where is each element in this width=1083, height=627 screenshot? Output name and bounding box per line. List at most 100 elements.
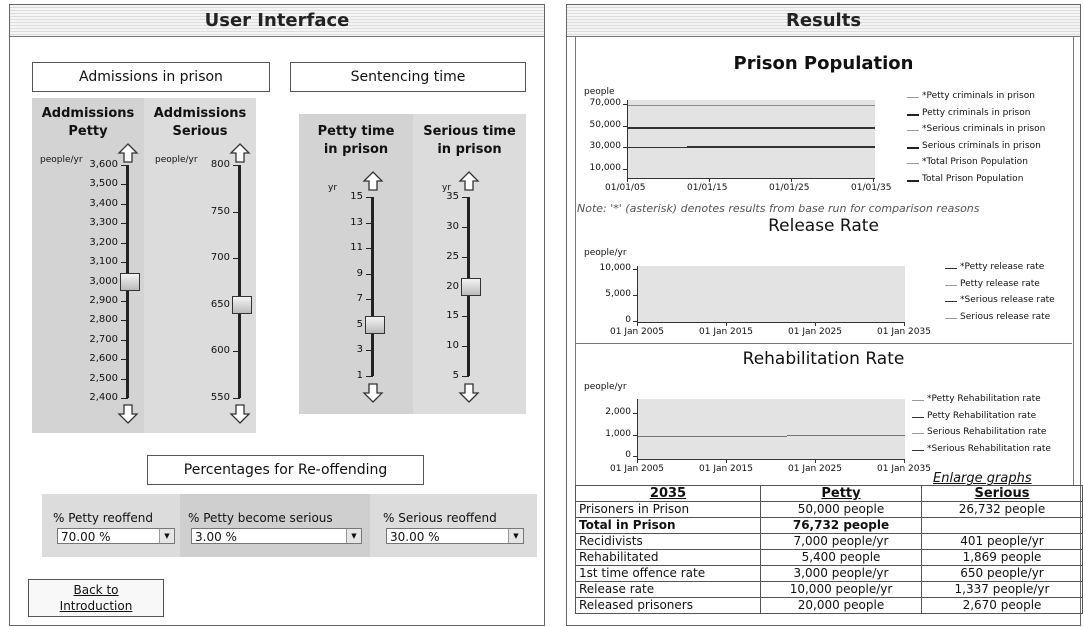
table-cell-petty: 3,000 people/yr [760,565,922,582]
table-header-row: 2035 Petty Serious [575,485,1083,502]
slider-thumb[interactable] [365,315,385,334]
slider-tick-label: 25 [446,250,459,262]
slider-tick [462,226,469,228]
results-panel: Results Prison Population people 70,000 5… [566,4,1083,626]
slider-thumb[interactable] [461,277,481,296]
petty-serious-select[interactable]: 3.00 % ▼ [191,528,362,544]
x-tick-label: 01/01/15 [687,183,728,193]
legend-item: *Serious criminals in prison [922,124,1046,134]
y-tick-label: 0 [625,450,631,460]
x-tick-label: 01 Jan 2025 [788,327,842,337]
x-tick-label: 01 Jan 2005 [610,327,664,337]
table-row: Released prisoners 20,000 people 2,670 peo… [575,597,1083,614]
legend-swatch [912,400,924,401]
sliders-layer: people/yr 3,600 3,500 3,400 3,300 3,200 3,100 3… [10,5,544,445]
back-to-introduction-button[interactable]: Back to Introduction [28,579,164,617]
arrow-up-icon[interactable] [229,142,251,164]
slider-tick [462,376,469,377]
results-panel-title: Results [567,5,1080,37]
axis-line [637,399,638,459]
axis-line [633,456,638,457]
reoffend-area-middle [180,494,370,557]
y-tick-label: 2,000 [605,407,631,417]
slider-tick-label: 650 [210,298,230,310]
slider-tick-label: 15 [350,191,363,202]
serious-reoffend-select[interactable]: 30.00 % ▼ [386,528,524,544]
slider-tick [366,248,373,250]
y-tick-label: 1,000 [605,428,631,439]
table-cell-label: Release rate [575,581,761,598]
slider-tick-label: 3 [356,344,363,356]
y-tick-label: 70,000 [589,98,622,108]
arrow-down-icon[interactable] [229,403,251,425]
legend-swatch [945,284,957,286]
back-button-label: Back to [73,583,119,597]
arrow-up-icon[interactable] [117,142,139,164]
rehab-graph-unit: people/yr [584,382,627,392]
slider-track[interactable] [371,197,374,376]
legend-swatch [907,97,919,98]
slider-tick-label: 1 [356,370,363,381]
slider-tick [121,300,128,302]
petty-serious-label: % Petty become serious [188,511,333,525]
chevron-down-icon[interactable]: ▼ [159,529,174,543]
table-cell-label: Rehabilitated [575,549,761,566]
legend-swatch [912,416,924,418]
axis-line [627,100,628,178]
slider-tick-label: 5 [452,370,459,381]
prison-graph-plot [627,100,875,178]
arrow-down-icon[interactable] [458,382,480,404]
serious-reoffend-value: 30.00 % [390,530,440,544]
slider-tick-label: 800 [210,159,230,170]
petty-reoffend-label: % Petty reoffend [53,511,154,525]
table-header-serious: Serious [921,485,1083,502]
table-cell-serious: 2,670 people [921,597,1083,614]
slider-tick-label: 15 [446,310,459,322]
arrow-up-icon[interactable] [458,170,480,192]
slider-tick-label: 2,900 [89,294,118,306]
x-tick-label: 01/01/25 [769,183,810,193]
arrow-down-icon[interactable] [362,382,384,404]
slider-tick-label: 3,400 [89,197,118,209]
slider-tick-label: 9 [356,267,363,279]
table-cell-serious: 1,337 people/yr [921,581,1083,598]
chevron-down-icon[interactable]: ▼ [346,529,361,543]
slider-track[interactable] [238,165,241,398]
serious-criminals-series [687,146,875,148]
slider-tick [121,262,128,264]
axis-line [904,322,905,326]
legend-swatch [912,449,924,451]
y-tick-label: 10,000 [589,162,622,173]
slider-thumb[interactable] [232,295,252,314]
legend-item: Petty Rehabilitation rate [927,410,1037,421]
arrow-up-icon[interactable] [362,170,384,192]
legend-item: Petty release rate [960,278,1040,289]
y-tick-label: 10,000 [599,263,632,273]
table-cell-serious: 1,869 people [921,549,1083,566]
serious-reoffend-label: % Serious reoffend [383,511,497,525]
legend-swatch [945,317,957,319]
slider-tick-label: 3,600 [89,159,118,170]
release-graph-unit: people/yr [584,248,627,258]
chevron-down-icon[interactable]: ▼ [508,529,523,543]
axis-line [726,459,727,463]
arrow-down-icon[interactable] [117,403,139,425]
slider-tick [462,346,469,348]
slider-tick-label: 7 [356,293,363,305]
slider-tick-label: 5 [356,318,363,330]
axis-line [627,178,875,179]
slider-tick-label: 2,700 [89,333,118,345]
slider-tick [233,258,240,260]
slider-tick-label: 30 [446,220,459,232]
slider-tick-label: 2,600 [89,353,118,365]
table-cell-petty: 7,000 people/yr [760,533,922,550]
slider-tick [233,165,240,166]
petty-serious-value: 3.00 % [195,530,237,544]
table-row: Total in Prison 76,732 people [575,517,1083,534]
enlarge-graphs-link[interactable]: Enlarge graphs [933,471,1032,486]
slider-tick [233,398,240,399]
slider-thumb[interactable] [120,272,140,291]
axis-line [904,459,905,463]
petty-reoffend-select[interactable]: 70.00 % ▼ [57,528,175,544]
table-header-petty: Petty [760,485,922,502]
